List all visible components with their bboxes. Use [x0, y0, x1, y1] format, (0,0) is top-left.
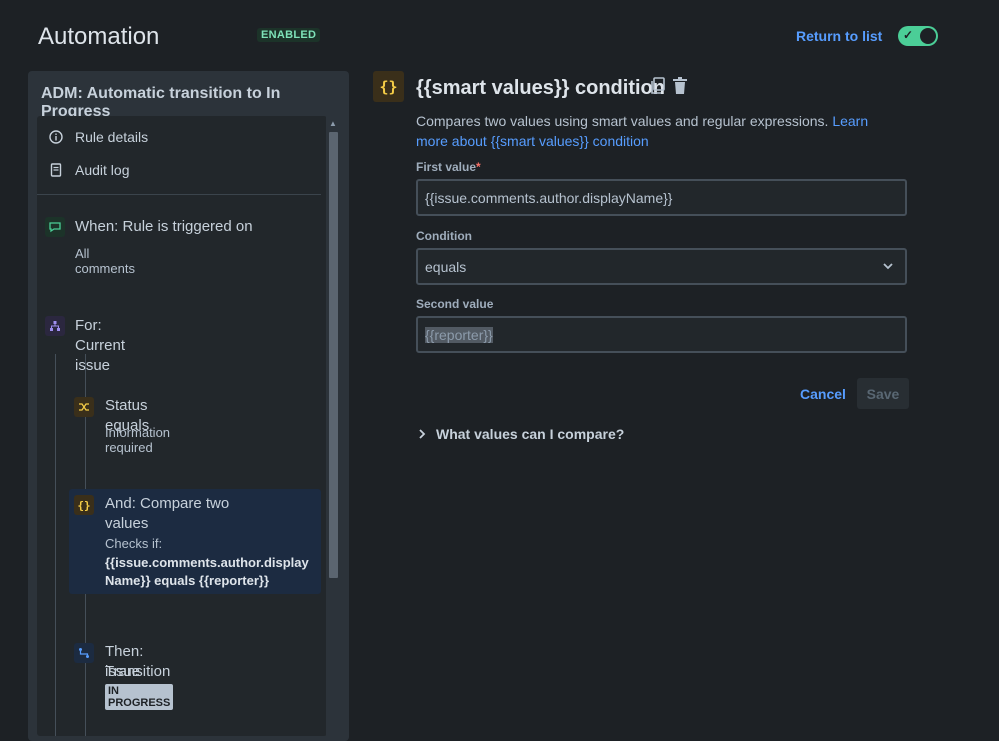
branch-title: For: Current issue — [75, 316, 125, 376]
branch-connector — [55, 354, 56, 736]
first-value-label: First value* — [416, 160, 481, 174]
trigger-title: When: Rule is triggered on — [75, 217, 253, 237]
return-to-list-link[interactable]: Return to list — [796, 28, 882, 44]
second-value-text: {{reporter}} — [425, 327, 493, 343]
condition-select[interactable]: equals — [416, 248, 907, 285]
compare-checks-line2: Name}} equals {{reporter}} — [105, 573, 269, 588]
chevron-down-icon — [883, 259, 893, 273]
toggle-knob — [920, 28, 936, 44]
compare-title-line1: And: Compare two — [105, 494, 229, 514]
first-value-input[interactable]: {{issue.comments.author.displayName}} — [416, 179, 907, 216]
condition-label: Condition — [416, 229, 472, 243]
status-badge: ENABLED — [257, 28, 320, 42]
transition-icon — [74, 643, 94, 663]
braces-icon: {} — [373, 71, 404, 102]
second-value-label: Second value — [416, 297, 493, 311]
info-icon — [49, 130, 63, 144]
condition-description: Compares two values using smart values a… — [416, 111, 896, 151]
rule-details-label: Rule details — [75, 129, 148, 145]
rule-step-list: Rule details Audit log When: Rule is tri… — [37, 116, 327, 736]
compare-values-step[interactable]: {} And: Compare two values Checks if: {{… — [69, 489, 321, 594]
condition-description-text: Compares two values using smart values a… — [416, 113, 828, 129]
shuffle-icon — [74, 397, 94, 417]
comment-icon — [45, 217, 65, 237]
audit-log-label: Audit log — [75, 162, 129, 178]
copy-icon[interactable] — [650, 77, 668, 95]
required-marker: * — [476, 160, 481, 174]
chevron-right-icon — [418, 426, 426, 442]
condition-title: {{smart values}} condition — [416, 77, 665, 100]
page-title: Automation — [38, 23, 159, 51]
what-values-label: What values can I compare? — [436, 426, 624, 442]
save-button[interactable]: Save — [857, 378, 909, 409]
compare-title-line2: values — [105, 514, 148, 534]
hierarchy-icon — [45, 316, 65, 336]
status-condition-subtitle: Information required — [105, 425, 170, 455]
first-value-text: {{issue.comments.author.displayName}} — [425, 190, 672, 206]
delete-icon[interactable] — [672, 77, 690, 95]
compare-checks-label: Checks if: — [105, 536, 162, 551]
scrollbar[interactable]: ▲ — [326, 116, 340, 736]
second-value-input[interactable]: {{reporter}} — [416, 316, 907, 353]
status-lozenge: IN PROGRESS — [105, 684, 173, 710]
scrollbar-thumb[interactable] — [329, 132, 338, 578]
check-icon: ✓ — [903, 28, 913, 42]
scroll-up-icon[interactable]: ▲ — [329, 119, 337, 128]
document-icon — [49, 163, 63, 177]
first-value-label-text: First value — [416, 160, 476, 174]
audit-log-link[interactable]: Audit log — [49, 162, 129, 178]
cancel-button[interactable]: Cancel — [800, 386, 846, 402]
rule-panel: ADM: Automatic transition to In Progress… — [28, 71, 349, 741]
braces-icon: {} — [74, 495, 94, 515]
rule-details-link[interactable]: Rule details — [49, 129, 148, 145]
rule-enabled-toggle[interactable]: ✓ — [898, 26, 938, 46]
compare-checks-line1: {{issue.comments.author.display — [105, 555, 309, 570]
trigger-subtitle: All comments — [75, 246, 135, 276]
what-values-expander[interactable]: What values can I compare? — [418, 426, 624, 442]
status-lozenge-text: IN PROGRESS — [105, 684, 173, 710]
divider — [37, 194, 321, 195]
condition-select-value: equals — [425, 259, 466, 275]
